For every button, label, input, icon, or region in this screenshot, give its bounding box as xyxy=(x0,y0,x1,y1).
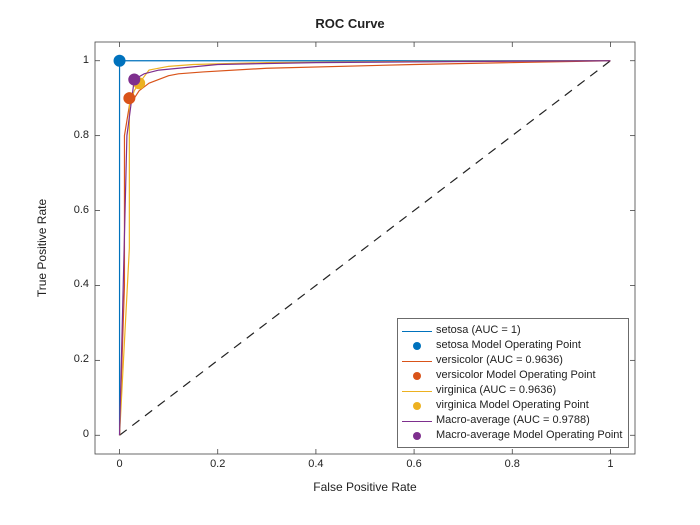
legend-entry-line: versicolor (AUC = 0.9636) xyxy=(402,353,622,368)
x-tick-label: 0.8 xyxy=(500,458,524,470)
legend-entry-marker: setosa Model Operating Point xyxy=(402,338,622,353)
legend-label: versicolor Model Operating Point xyxy=(436,368,596,383)
x-axis-label: False Positive Rate xyxy=(95,480,635,494)
y-axis-label: True Positive Rate xyxy=(35,199,49,297)
legend-label: versicolor (AUC = 0.9636) xyxy=(436,353,563,368)
legend-label: setosa (AUC = 1) xyxy=(436,323,521,338)
x-tick-label: 1 xyxy=(598,458,622,470)
x-tick-label: 0.2 xyxy=(206,458,230,470)
y-tick-label: 1 xyxy=(61,54,89,66)
x-tick-label: 0.4 xyxy=(304,458,328,470)
x-tick-label: 0.6 xyxy=(402,458,426,470)
legend-label: Macro-average Model Operating Point xyxy=(436,428,622,443)
legend-label: virginica (AUC = 0.9636) xyxy=(436,383,556,398)
y-tick-label: 0 xyxy=(61,428,89,440)
legend-label: virginica Model Operating Point xyxy=(436,398,589,413)
legend-label: Macro-average (AUC = 0.9788) xyxy=(436,413,590,428)
chart-title: ROC Curve xyxy=(0,16,700,31)
legend: setosa (AUC = 1)setosa Model Operating P… xyxy=(397,318,629,448)
y-tick-label: 0.6 xyxy=(61,204,89,216)
legend-entry-line: Macro-average (AUC = 0.9788) xyxy=(402,413,622,428)
y-tick-label: 0.4 xyxy=(61,278,89,290)
legend-label: setosa Model Operating Point xyxy=(436,338,581,353)
legend-entry-line: setosa (AUC = 1) xyxy=(402,323,622,338)
roc-figure: ROC Curve True Positive Rate False Posit… xyxy=(0,0,700,525)
y-tick-label: 0.2 xyxy=(61,353,89,365)
legend-entry-marker: versicolor Model Operating Point xyxy=(402,368,622,383)
legend-entry-marker: virginica Model Operating Point xyxy=(402,398,622,413)
x-tick-label: 0 xyxy=(108,458,132,470)
y-tick-label: 0.8 xyxy=(61,129,89,141)
legend-entry-line: virginica (AUC = 0.9636) xyxy=(402,383,622,398)
legend-entry-marker: Macro-average Model Operating Point xyxy=(402,428,622,443)
y-axis-label-wrap: True Positive Rate xyxy=(32,42,52,454)
